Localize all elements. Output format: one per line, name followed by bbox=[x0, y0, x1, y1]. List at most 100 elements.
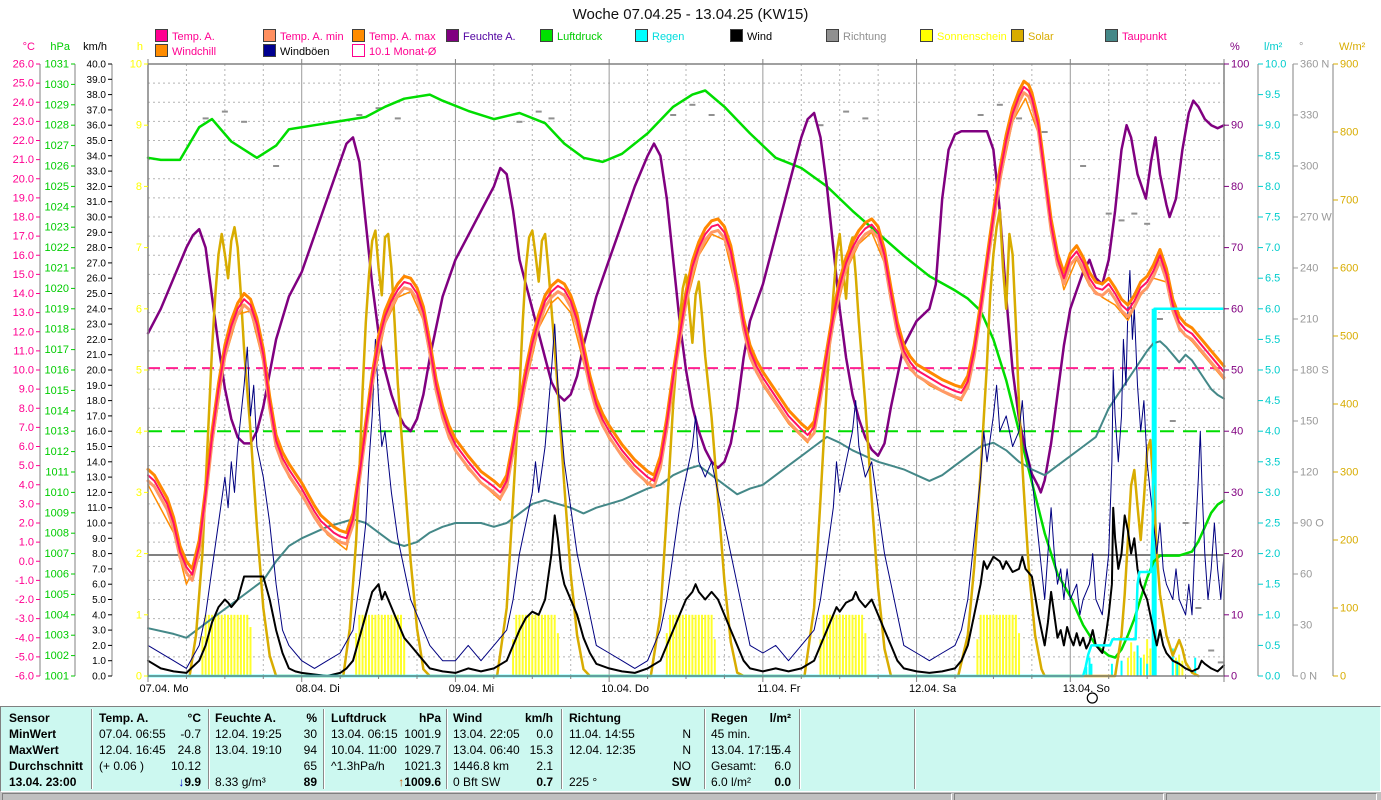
axis-label: 90 O bbox=[1300, 518, 1324, 530]
table-cell-value: 89 bbox=[303, 775, 317, 789]
axis-label: 4.5 bbox=[1265, 395, 1280, 407]
axis-label: 12.0 bbox=[87, 488, 107, 499]
axis-label: 19.0 bbox=[13, 192, 34, 204]
axis-label: 4.0 bbox=[92, 610, 106, 621]
axis-label: 70 bbox=[1231, 242, 1243, 254]
table-cell-value: N bbox=[682, 727, 691, 741]
axis-label: 38.0 bbox=[87, 90, 107, 101]
axis-label: 4.0 bbox=[1265, 426, 1280, 438]
axis-label: 34.0 bbox=[87, 151, 107, 162]
table-cell-value: 10.12 bbox=[170, 759, 201, 773]
axis-label: 3 bbox=[136, 487, 142, 499]
axis-label: 1019 bbox=[45, 303, 69, 315]
axis-label: 6.0 bbox=[92, 580, 106, 591]
axis-label: 8.0 bbox=[19, 403, 34, 415]
axis-label: 3.0 bbox=[19, 498, 34, 510]
weather-week-window: Woche 07.04.25 - 13.04.25 (KW15) Temp. A… bbox=[0, 0, 1381, 800]
axis-label: 5 bbox=[136, 365, 142, 377]
axis-label: 17.0 bbox=[13, 231, 34, 243]
axis-label: 300 bbox=[1340, 467, 1358, 479]
table-cell-value: 94 bbox=[303, 743, 317, 757]
axis-label: 360 N bbox=[1300, 59, 1329, 71]
axis-label: 8.0 bbox=[92, 549, 106, 560]
axis-label: 23.0 bbox=[87, 320, 107, 331]
table-cell-value: 24.8 bbox=[177, 743, 201, 757]
axis-label: 5.0 bbox=[19, 460, 34, 472]
axis-label: -1.0 bbox=[15, 575, 34, 587]
axis-label: ° bbox=[1299, 41, 1303, 53]
axis-label: 60 bbox=[1231, 303, 1243, 315]
axis-label: 7 bbox=[136, 242, 142, 254]
axis-label: 21.0 bbox=[87, 350, 107, 361]
axis-label: 39.0 bbox=[87, 75, 107, 86]
axis-label: -2.0 bbox=[15, 594, 34, 606]
chart-canvas: 26.025.024.023.022.021.020.019.018.017.0… bbox=[13, 41, 1366, 704]
axis-label: -6.0 bbox=[15, 671, 34, 683]
trend-down-arrow-icon: ↓ bbox=[178, 775, 185, 789]
table-cell-value: 30 bbox=[303, 727, 317, 741]
axis-label: 1014 bbox=[45, 405, 69, 417]
axis-label: 08.04. Di bbox=[296, 683, 340, 695]
axis-label: 1017 bbox=[45, 344, 69, 356]
axis-label: 90 bbox=[1231, 120, 1243, 132]
axis-label: 1011 bbox=[45, 467, 69, 479]
axis-label: 1006 bbox=[45, 569, 69, 581]
table-cell-value: -0.7 bbox=[180, 727, 201, 741]
axis-label: 1022 bbox=[45, 242, 69, 254]
series-solar bbox=[188, 208, 1200, 678]
axis-label: 100 bbox=[1231, 59, 1249, 71]
axis-label: 2.5 bbox=[1265, 518, 1280, 530]
axis-label: °C bbox=[23, 41, 35, 53]
axis-label: 1016 bbox=[45, 365, 69, 377]
axis-label: -4.0 bbox=[15, 632, 34, 644]
axis-label: 1010 bbox=[45, 487, 69, 499]
axis-label: 1030 bbox=[45, 79, 69, 91]
axis-label: 14.0 bbox=[87, 457, 107, 468]
axis-label: 1005 bbox=[45, 589, 69, 601]
axis-label: 240 bbox=[1300, 263, 1318, 275]
axis-label: 20.0 bbox=[87, 366, 107, 377]
axis-label: 10.0 bbox=[1265, 59, 1286, 71]
status-bar-segment bbox=[1166, 793, 1377, 800]
axis-label: 8.5 bbox=[1265, 150, 1280, 162]
axis-label: 4 bbox=[136, 426, 142, 438]
table-row-label: 13.04. 23:00 bbox=[9, 775, 77, 789]
axis-label: 8.0 bbox=[1265, 181, 1280, 193]
axis-label: 30.0 bbox=[87, 213, 107, 224]
axis-label: -5.0 bbox=[15, 651, 34, 663]
axis-label: -3.0 bbox=[15, 613, 34, 625]
axis-label: 1001 bbox=[45, 671, 69, 683]
axis-label: 0 N bbox=[1300, 671, 1317, 683]
axis-label: 800 bbox=[1340, 127, 1358, 139]
status-bar-segment bbox=[954, 793, 1164, 800]
axis-label: 0 bbox=[1231, 671, 1237, 683]
axis-label: 1028 bbox=[45, 120, 69, 132]
axis-label: 7.5 bbox=[1265, 212, 1280, 224]
axis-label: 4.0 bbox=[19, 479, 34, 491]
axis-label: 30 bbox=[1300, 620, 1312, 632]
axis-label: 18.0 bbox=[13, 212, 34, 224]
axis-label: 270 W bbox=[1300, 212, 1332, 224]
axis-label: 22.0 bbox=[87, 335, 107, 346]
axis-label: 28.0 bbox=[87, 243, 107, 254]
table-cell-value: 0.7 bbox=[536, 775, 553, 789]
axis-label: 2 bbox=[136, 548, 142, 560]
axis-label: 24.0 bbox=[13, 97, 34, 109]
axis-label: 1018 bbox=[45, 324, 69, 336]
table-cell-value: ↑1009.6 bbox=[398, 775, 441, 789]
axis-label: 19.0 bbox=[87, 381, 107, 392]
axis-label: 9.5 bbox=[1265, 89, 1280, 101]
axis-label: 2.0 bbox=[92, 641, 106, 652]
axis-label: 14.0 bbox=[13, 288, 34, 300]
axis-label: 3.0 bbox=[92, 626, 106, 637]
table-column-separator bbox=[799, 709, 801, 789]
axis-label: 5.0 bbox=[1265, 365, 1280, 377]
axis-label: 1024 bbox=[45, 201, 69, 213]
axis-label: 25.0 bbox=[13, 78, 34, 90]
axis-label: 11.04. Fr bbox=[757, 683, 801, 695]
table-row-label: MinWert bbox=[9, 727, 57, 741]
axis-label: 1013 bbox=[45, 426, 69, 438]
table-cell-label: 45 min. bbox=[711, 727, 751, 741]
table-cell-value: 6.0 bbox=[774, 759, 791, 773]
axis-label: 26.0 bbox=[87, 274, 107, 285]
